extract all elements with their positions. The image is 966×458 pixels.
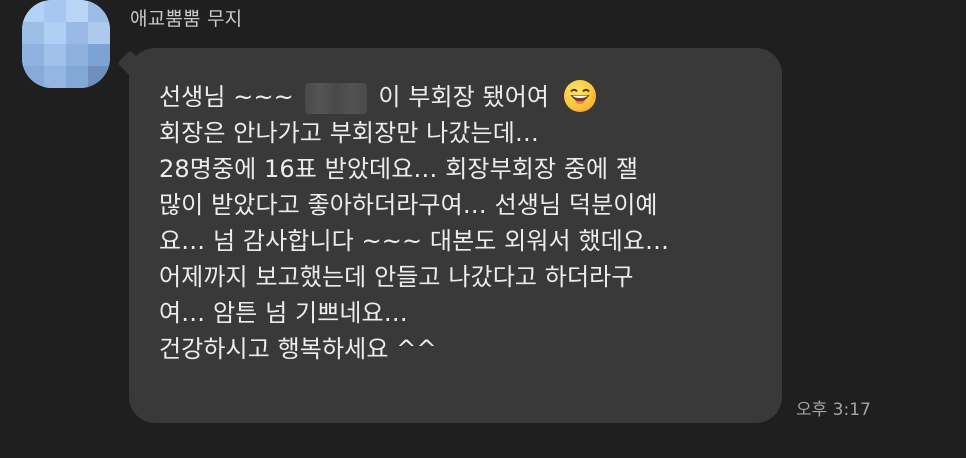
avatar-pixel (88, 44, 110, 66)
message-line-2: 회장은 안나가고 부회장만 나갔는데… (159, 119, 539, 147)
avatar-pixel (22, 22, 44, 44)
message-line-1-before-blur: 선생님 ~~~ (159, 83, 294, 111)
avatar-pixel (88, 22, 110, 44)
message-line-8: 건강하시고 행복하세요 ^^ (159, 335, 437, 363)
avatar-pixel (88, 66, 110, 88)
message-line-1: 선생님 ~~~ 이 부회장 됐어여 (159, 79, 756, 115)
avatar-pixel (44, 66, 66, 88)
grinning-face-emoji-icon (563, 79, 597, 113)
message-bubble[interactable]: 선생님 ~~~ 이 부회장 됐어여 회장은 안나가고 부회장만 나갔는데… 28… (129, 48, 782, 423)
avatar-pixel (44, 0, 66, 22)
avatar-pixel (44, 22, 66, 44)
avatar-pixel (22, 66, 44, 88)
message-line-3: 28명중에 16표 받았데요… 회장부회장 중에 잴 (159, 155, 639, 183)
avatar-pixel (22, 0, 44, 22)
message-line-5: 요… 넘 감사합니다 ~~~ 대본도 외워서 했데요… (159, 227, 670, 255)
avatar-pixel (66, 22, 88, 44)
message-timestamp: 오후 3:17 (796, 400, 871, 420)
avatar-pixel (22, 44, 44, 66)
avatar[interactable] (22, 0, 110, 88)
avatar-pixel (66, 44, 88, 66)
avatar-pixel (88, 0, 110, 22)
message-line-7: 여… 암튼 넘 기쁘네요… (159, 299, 408, 327)
avatar-pixel (66, 0, 88, 22)
sender-name: 애교뿜뿜 무지 (130, 8, 243, 30)
message-line-6: 어제까지 보고했는데 안들고 나갔다고 하더라구 (159, 263, 634, 291)
avatar-pixel (66, 66, 88, 88)
message-line-4: 많이 받았다고 좋아하더라구여… 선생님 덕분이예 (159, 191, 658, 219)
message-line-1-after-blur: 이 부회장 됐어여 (378, 83, 550, 111)
blurred-name-region (304, 82, 367, 114)
avatar-pixel (44, 44, 66, 66)
